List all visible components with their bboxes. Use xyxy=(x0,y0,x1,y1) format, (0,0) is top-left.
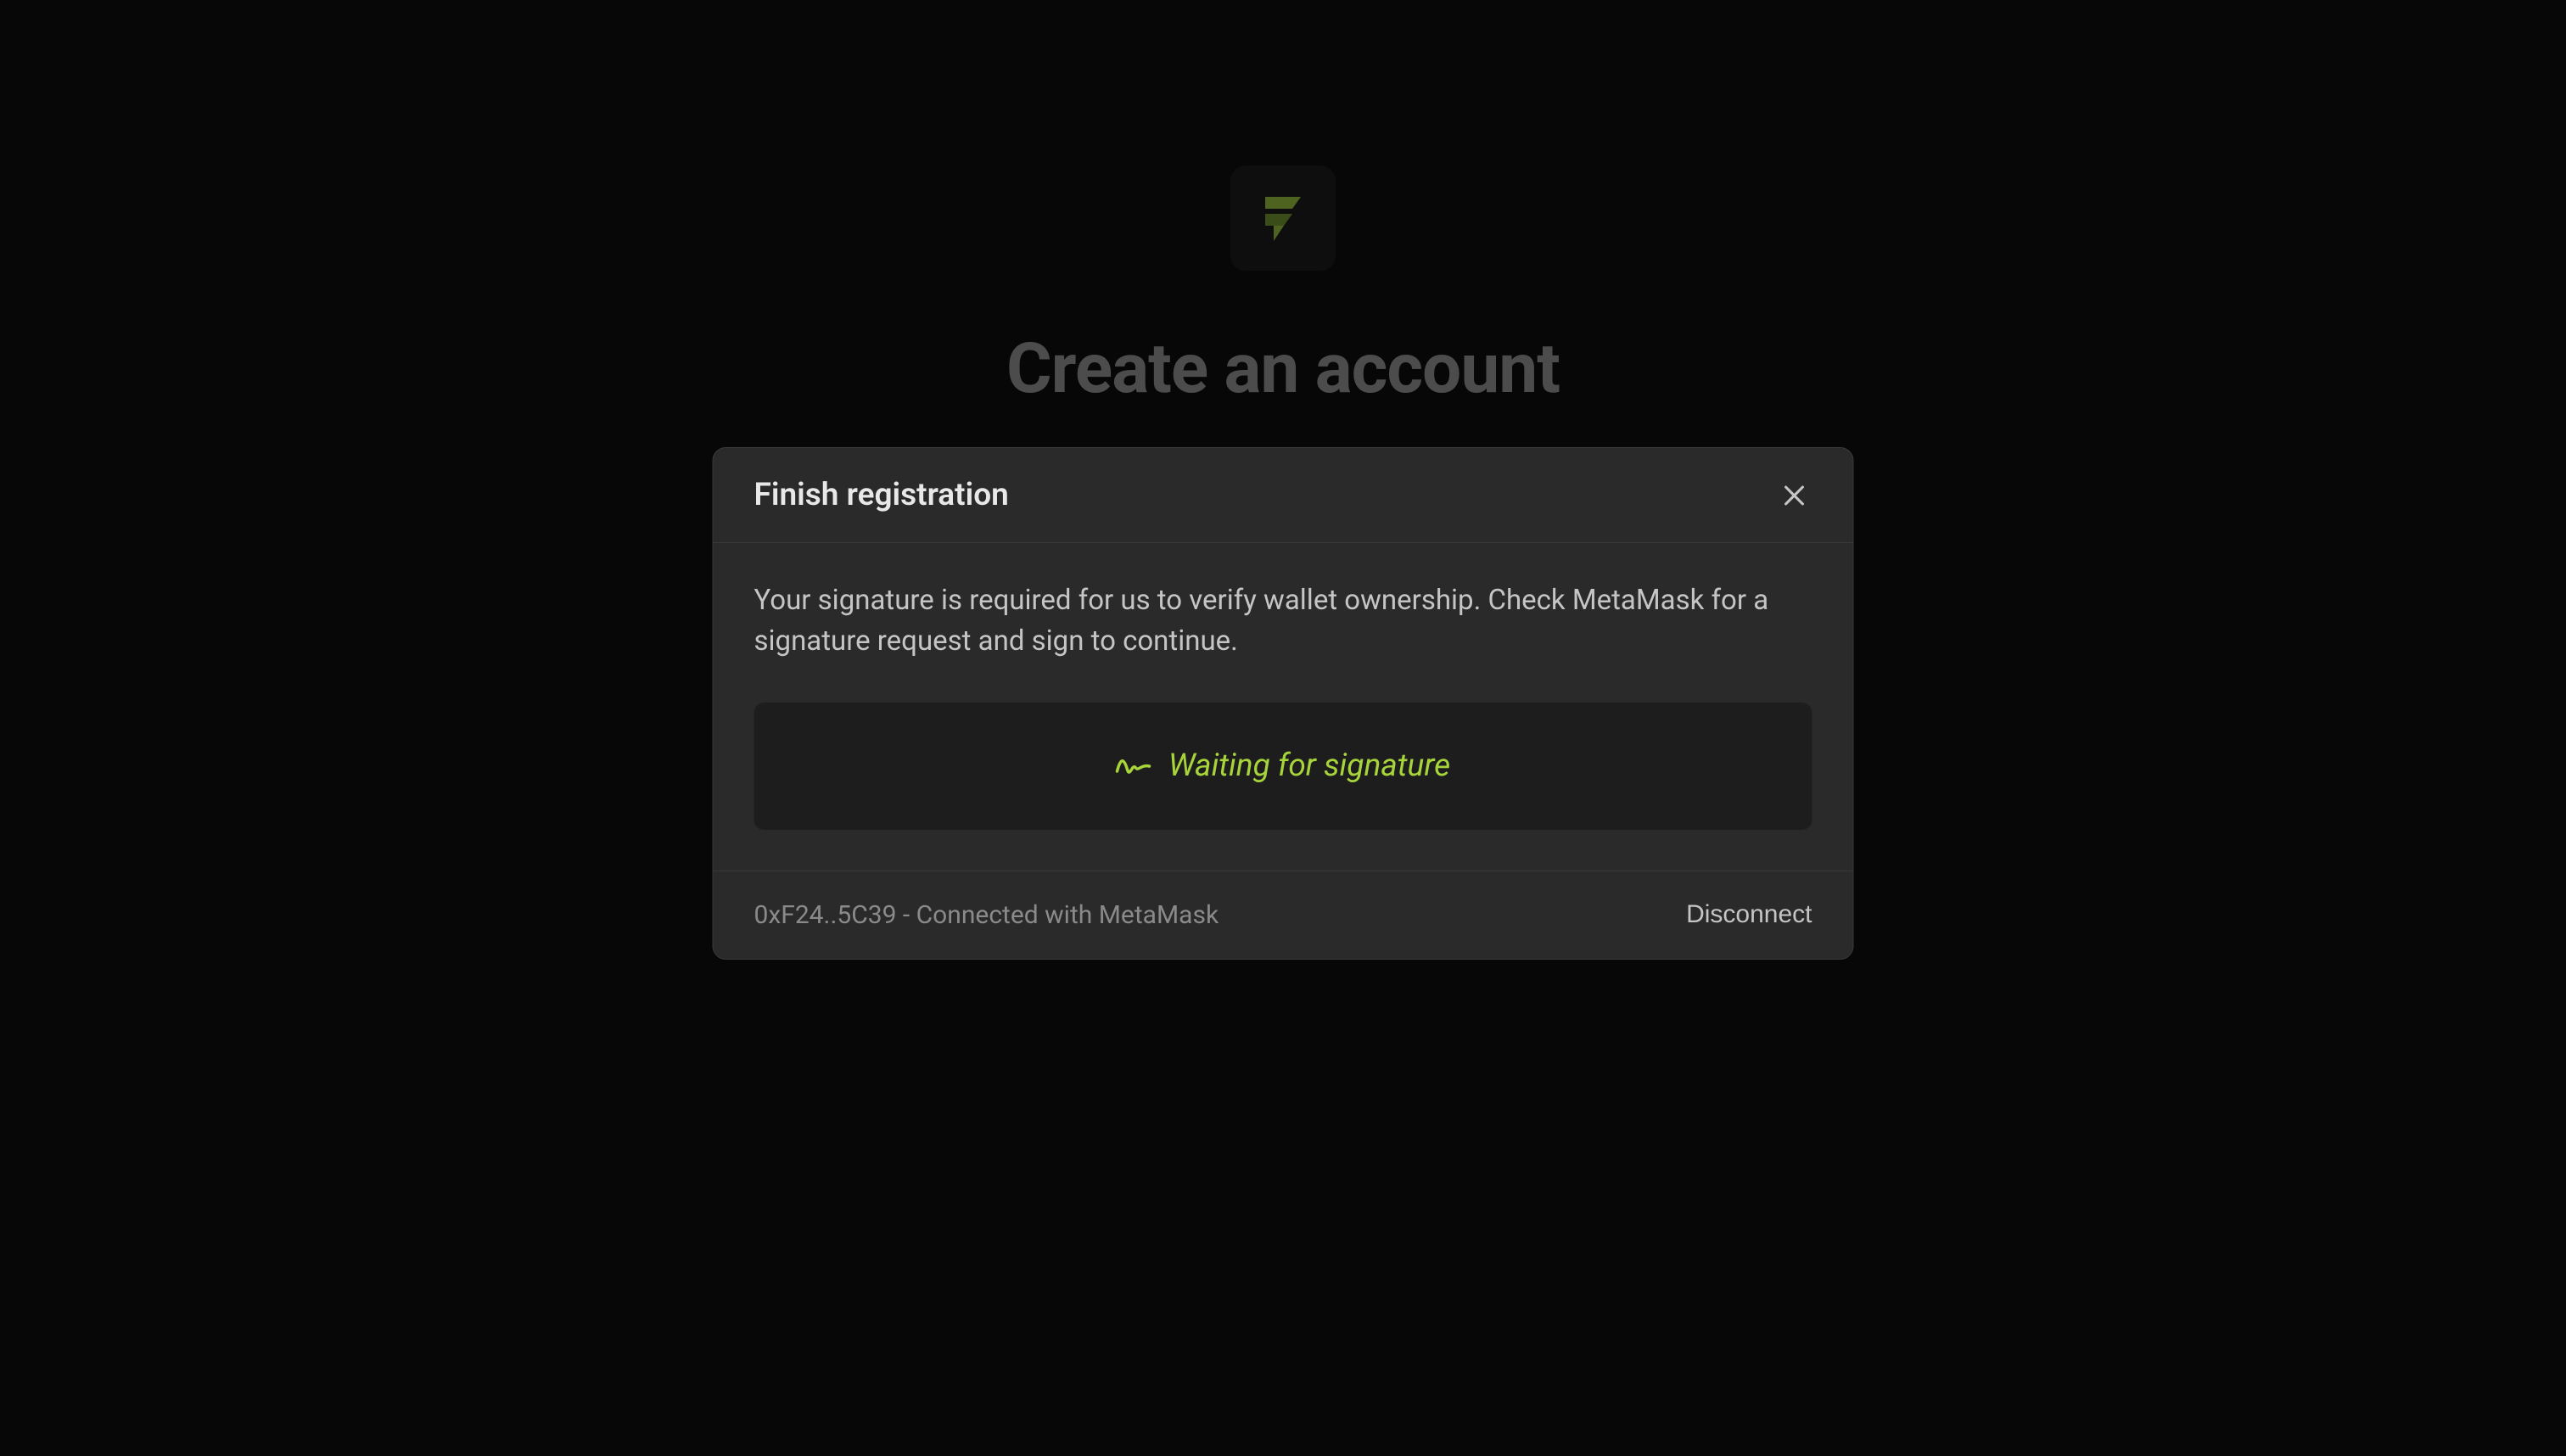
waiting-label: Waiting for signature xyxy=(1168,748,1450,784)
modal-description: Your signature is required for us to ver… xyxy=(754,580,1812,662)
modal-footer: 0xF24..5C39 - Connected with MetaMask Di… xyxy=(714,871,1853,959)
finish-registration-modal: Finish registration Your signature is re… xyxy=(713,447,1854,960)
modal-body: Your signature is required for us to ver… xyxy=(714,543,1853,871)
modal-header: Finish registration xyxy=(714,448,1853,543)
close-button[interactable] xyxy=(1777,478,1812,513)
modal-title: Finish registration xyxy=(754,477,1009,513)
signature-icon xyxy=(1116,754,1151,778)
waiting-signature-box: Waiting for signature xyxy=(754,703,1812,830)
close-icon xyxy=(1780,481,1809,510)
disconnect-button[interactable]: Disconnect xyxy=(1686,900,1812,929)
wallet-status: 0xF24..5C39 - Connected with MetaMask xyxy=(754,900,1219,930)
